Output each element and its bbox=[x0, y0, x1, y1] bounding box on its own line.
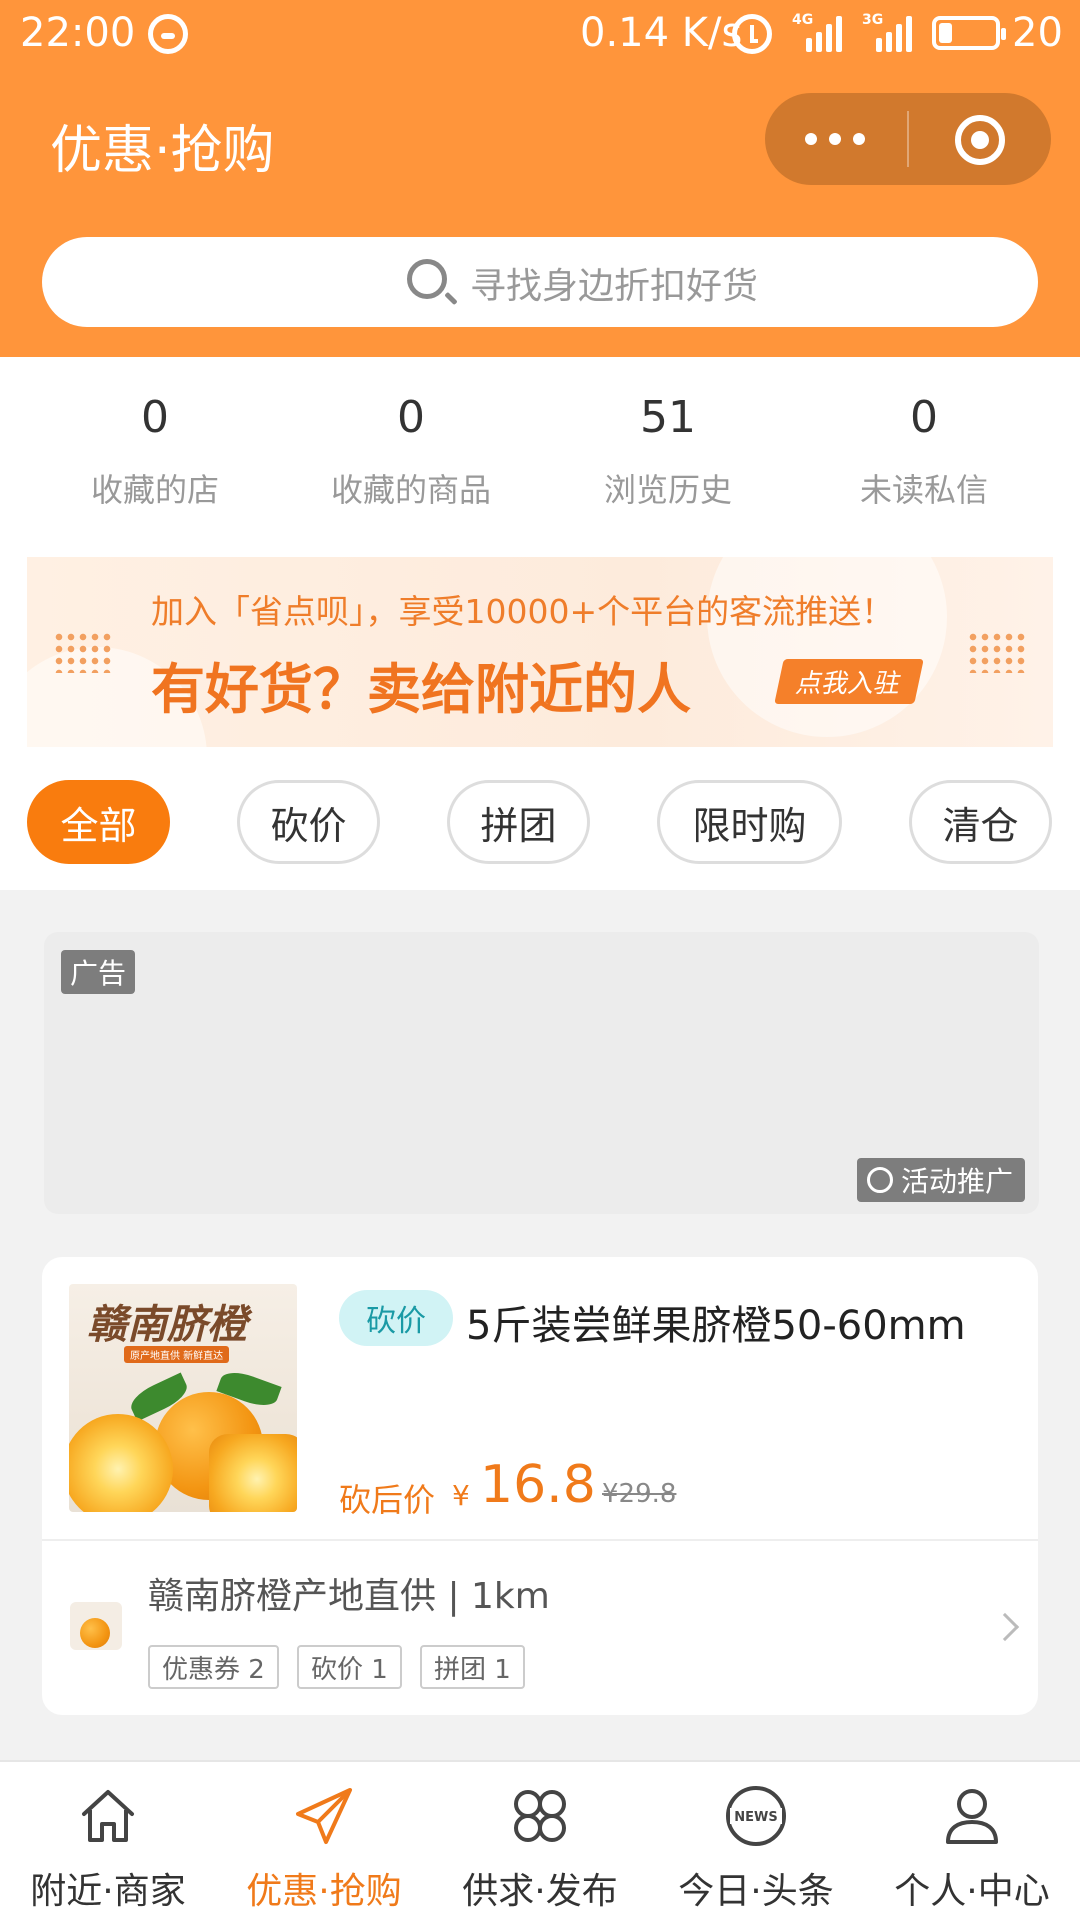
bargain-tag: 砍价 bbox=[339, 1290, 453, 1346]
home-icon bbox=[82, 1790, 134, 1842]
network-speed: 0.14 K/s bbox=[580, 10, 743, 56]
nav-label: 今日·头条 bbox=[678, 1871, 834, 1912]
battery-icon bbox=[932, 16, 1006, 50]
news-icon: NEWS bbox=[726, 1786, 786, 1846]
stat-label: 未读私信 bbox=[859, 471, 988, 509]
signal-3g-label: 3G bbox=[862, 12, 884, 28]
chip-coupon: 优惠券 2 bbox=[148, 1645, 279, 1689]
status-bar: 22:00 0.14 K/s 4G 3G 20 bbox=[0, 0, 1080, 68]
miniprogram-capsule bbox=[765, 93, 1051, 185]
stat-label: 浏览历史 bbox=[603, 471, 732, 509]
orange-slice bbox=[209, 1434, 297, 1512]
banner-subtitle: 加入「省点呗」，享受10000+个平台的客流推送！ bbox=[151, 592, 895, 631]
nav-label: 优惠·抢购 bbox=[246, 1871, 402, 1912]
nav-supply-demand[interactable]: 供求·发布 bbox=[432, 1762, 648, 1920]
link-icon bbox=[866, 1167, 893, 1193]
signal-3g-icon: 3G bbox=[862, 12, 914, 52]
page-title: 优惠·抢购 bbox=[50, 121, 275, 181]
signal-4g-label: 4G bbox=[792, 12, 814, 28]
nav-nearby-merchants[interactable]: 附近·商家 bbox=[0, 1762, 216, 1920]
product-price: 16.8 bbox=[480, 1455, 596, 1515]
banner-title: 有好货？卖给附近的人 bbox=[151, 658, 691, 721]
original-price: ¥29.8 bbox=[602, 1479, 677, 1509]
ad-badge: 广告 bbox=[61, 950, 136, 994]
stat-value: 51 bbox=[640, 392, 696, 443]
stat-label: 收藏的店 bbox=[90, 471, 219, 509]
product-image-title: 赣南脐橙 bbox=[87, 1301, 247, 1348]
stat-value: 0 bbox=[397, 392, 425, 443]
nav-deals[interactable]: 优惠·抢购 bbox=[216, 1762, 432, 1920]
nav-label: 个人·中心 bbox=[894, 1871, 1050, 1912]
chevron-right-icon[interactable] bbox=[990, 1612, 1020, 1642]
do-not-disturb-icon bbox=[148, 14, 188, 54]
signal-4g-icon: 4G bbox=[792, 12, 844, 52]
more-button[interactable] bbox=[765, 93, 907, 185]
search-placeholder: 寻找身边折扣好货 bbox=[470, 266, 759, 307]
card-divider bbox=[42, 1539, 1038, 1541]
paper-plane-icon bbox=[296, 1788, 352, 1844]
close-miniprogram-icon[interactable] bbox=[955, 115, 1005, 165]
product-card[interactable]: 赣南脐橙 原产地直供 新鲜直达 砍价 5斤装尝鲜果脐橙50-60mm 砍后价 ¥… bbox=[42, 1257, 1038, 1715]
orange-icon bbox=[80, 1618, 110, 1648]
tab-clearance[interactable]: 清仓 bbox=[909, 780, 1052, 864]
user-stats-panel: 0 收藏的店 0 收藏的商品 51 浏览历史 0 未读私信 加入「省点呗」，享受… bbox=[0, 357, 1080, 890]
chip-group-buy: 拼团 1 bbox=[420, 1645, 525, 1689]
nav-label: 供求·发布 bbox=[462, 1871, 618, 1912]
header-area: 22:00 0.14 K/s 4G 3G 20 优惠·抢购 寻找身边折扣好货 bbox=[0, 0, 1080, 357]
stat-label: 收藏的商品 bbox=[330, 471, 491, 509]
shop-avatar bbox=[70, 1602, 122, 1650]
nav-profile[interactable]: 个人·中心 bbox=[864, 1762, 1080, 1920]
svg-text:NEWS: NEWS bbox=[734, 1810, 777, 1825]
bottom-nav: 附近·商家 优惠·抢购 供求·发布 NEWS 今日·头条 个人·中心 bbox=[0, 1760, 1080, 1920]
capsule-divider bbox=[907, 111, 909, 167]
banner-dots-right bbox=[967, 631, 1025, 673]
grid-icon bbox=[514, 1790, 566, 1842]
tab-flash-sale[interactable]: 限时购 bbox=[657, 780, 842, 864]
shop-name[interactable]: 赣南脐橙产地直供 | 1km bbox=[148, 1567, 550, 1619]
join-button[interactable]: 点我入驻 bbox=[774, 659, 924, 704]
stat-value: 0 bbox=[910, 392, 938, 443]
person-icon bbox=[946, 1789, 998, 1844]
stat-value: 0 bbox=[141, 392, 169, 443]
ad-placeholder[interactable]: 广告 活动推广 bbox=[44, 932, 1039, 1214]
battery-level: 20 bbox=[1012, 10, 1063, 56]
product-image-tag: 原产地直供 新鲜直达 bbox=[124, 1346, 230, 1363]
nav-headlines[interactable]: NEWS 今日·头条 bbox=[648, 1762, 864, 1920]
chip-bargain: 砍价 1 bbox=[297, 1645, 402, 1689]
nav-label: 附近·商家 bbox=[30, 1871, 186, 1912]
promo-label: 活动推广 bbox=[900, 1165, 1013, 1198]
tab-bargain[interactable]: 砍价 bbox=[237, 780, 380, 864]
stat-favorite-shops[interactable]: 0 收藏的店 bbox=[27, 392, 283, 511]
stat-browse-history[interactable]: 51 浏览历史 bbox=[540, 392, 796, 511]
status-time: 22:00 bbox=[20, 10, 136, 56]
alarm-icon bbox=[732, 14, 772, 54]
search-bar[interactable]: 寻找身边折扣好货 bbox=[42, 237, 1038, 327]
tab-group-buy[interactable]: 拼团 bbox=[447, 780, 590, 864]
product-name: 5斤装尝鲜果脐橙50-60mm bbox=[466, 1303, 966, 1349]
stat-favorite-goods[interactable]: 0 收藏的商品 bbox=[283, 392, 539, 511]
search-icon bbox=[407, 259, 447, 299]
price-label: 砍后价 bbox=[339, 1481, 436, 1519]
merchant-join-banner[interactable]: 加入「省点呗」，享受10000+个平台的客流推送！ 有好货？卖给附近的人 点我入… bbox=[27, 557, 1053, 747]
product-image[interactable]: 赣南脐橙 原产地直供 新鲜直达 bbox=[69, 1284, 297, 1512]
banner-decoration bbox=[707, 557, 947, 737]
stat-unread-messages[interactable]: 0 未读私信 bbox=[796, 392, 1052, 511]
banner-dots-left bbox=[53, 631, 111, 673]
currency-symbol: ¥ bbox=[452, 1479, 470, 1512]
promo-link[interactable]: 活动推广 bbox=[856, 1158, 1025, 1202]
tab-all[interactable]: 全部 bbox=[27, 780, 170, 864]
